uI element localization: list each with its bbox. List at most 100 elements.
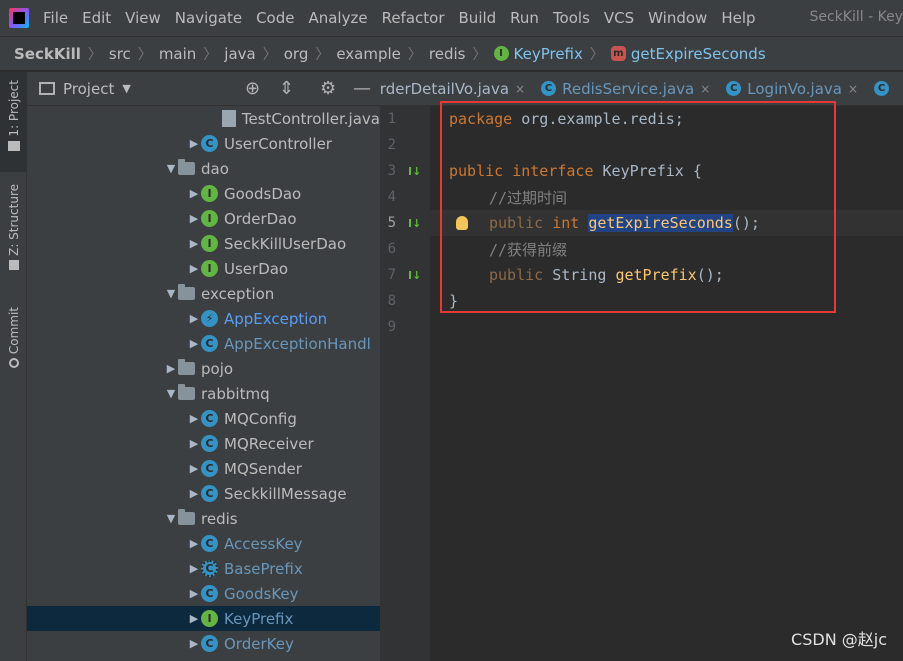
tree-item-label: MQSender [224,459,302,478]
expanded-arrow-icon[interactable]: ▼ [164,287,178,300]
hide-icon[interactable]: — [353,78,371,99]
breadcrumb-project[interactable]: SeckKill [14,45,81,63]
tree-item[interactable]: ▶ C MQReceiver [27,431,380,456]
implemented-marker-icon[interactable]: I↓ [408,217,421,230]
breadcrumb-java[interactable]: java [224,45,255,63]
collapsed-arrow-icon[interactable]: ▶ [187,562,201,575]
project-tool-tab[interactable]: 1: Project [0,72,27,172]
tab-redis-service[interactable]: C RedisService.java × [533,80,718,98]
breadcrumb-org[interactable]: org [284,45,309,63]
tree-item[interactable]: ▶ I GoodsDao [27,181,380,206]
menu-help[interactable]: Help [721,9,755,27]
menu-analyze[interactable]: Analyze [308,9,367,27]
tree-item[interactable]: ▶ C BasePrefix [27,556,380,581]
tree-item-label: MQConfig [224,409,297,428]
breadcrumb-example[interactable]: example [336,45,401,63]
tree-item[interactable]: ▼ dao [27,156,380,181]
tree-item[interactable]: ▶ C MQSender [27,456,380,481]
collapsed-arrow-icon[interactable]: ▶ [187,187,201,200]
collapsed-arrow-icon[interactable]: ▶ [187,262,201,275]
expanded-arrow-icon[interactable]: ▼ [164,387,178,400]
tree-item[interactable]: ▼ exception [27,281,380,306]
collapsed-arrow-icon[interactable]: ▶ [164,362,178,375]
tree-item[interactable]: ▼ rabbitmq [27,381,380,406]
tree-item[interactable]: ▶ I UserDao [27,256,380,281]
tree-item-label: GoodsDao [224,184,302,203]
expanded-arrow-icon[interactable]: ▼ [164,162,178,175]
collapsed-arrow-icon[interactable]: ▶ [187,587,201,600]
menu-edit[interactable]: Edit [82,9,111,27]
keyword: int [552,214,580,232]
method-name: getPrefix [615,266,697,284]
tree-item[interactable]: ▶ ⚡ AppException [27,306,380,331]
collapsed-arrow-icon[interactable]: ▶ [187,637,201,650]
expanded-arrow-icon[interactable]: ▼ [164,512,178,525]
collapse-all-icon[interactable]: ⇕ [279,78,294,99]
tab-login-vo[interactable]: C LoginVo.java × [718,80,866,98]
menu-window[interactable]: Window [648,9,707,27]
breadcrumb-method[interactable]: getExpireSeconds [631,45,766,63]
menu-code[interactable]: Code [256,9,294,27]
tree-item[interactable]: ▶ I KeyPrefix [27,606,380,631]
implemented-marker-icon[interactable]: I↓ [408,165,421,178]
collapsed-arrow-icon[interactable]: ▶ [187,237,201,250]
breadcrumb-separator-icon: 〉 [87,46,102,63]
class-icon: C [201,335,218,352]
tree-item[interactable]: ▶ pojo [27,356,380,381]
tree-item[interactable]: ▶ C MQConfig [27,406,380,431]
menu-build[interactable]: Build [459,9,497,27]
collapsed-arrow-icon[interactable]: ▶ [187,537,201,550]
folder-icon [178,509,195,525]
commit-tool-tab[interactable]: Commit [0,307,27,387]
tree-item[interactable]: TestController.java [27,106,380,131]
code-editor[interactable]: package org.example.redis; public interf… [430,106,903,661]
locate-icon[interactable]: ⊕ [245,78,260,99]
breadcrumb-main[interactable]: main [159,45,196,63]
collapsed-arrow-icon[interactable]: ▶ [187,487,201,500]
menu-run[interactable]: Run [510,9,539,27]
tree-item[interactable]: ▶ C AccessKey [27,531,380,556]
collapsed-arrow-icon[interactable]: ▶ [187,612,201,625]
chevron-down-icon[interactable]: ▼ [122,82,130,95]
menu-vcs[interactable]: VCS [604,9,634,27]
tree-item[interactable]: ▶ C GoodsKey [27,581,380,606]
tree-item[interactable]: ▶ I SeckKillUserDao [27,231,380,256]
breadcrumb-src[interactable]: src [109,45,131,63]
interface-icon: I [201,185,218,202]
close-icon[interactable]: × [848,82,858,96]
collapsed-arrow-icon[interactable]: ▶ [187,462,201,475]
collapsed-arrow-icon[interactable]: ▶ [187,412,201,425]
breadcrumb-keyprefix[interactable]: KeyPrefix [514,45,583,63]
collapsed-arrow-icon[interactable]: ▶ [187,312,201,325]
collapsed-arrow-icon[interactable]: ▶ [187,212,201,225]
class-icon: C [201,585,218,602]
implemented-marker-icon[interactable]: I↓ [408,269,421,282]
menu-file[interactable]: File [43,9,68,27]
gear-icon[interactable]: ⚙ [320,78,336,99]
line-number: 4 [387,189,396,205]
tree-item[interactable]: ▶ I OrderDao [27,206,380,231]
menu-refactor[interactable]: Refactor [382,9,445,27]
tree-item-label: redis [201,509,238,528]
lightbulb-icon[interactable] [456,216,468,230]
tree-item[interactable]: ▶ C UserController [27,131,380,156]
tree-item[interactable]: ▶ C AppExceptionHandl [27,331,380,356]
menu-view[interactable]: View [125,9,161,27]
menu-tools[interactable]: Tools [553,9,590,27]
tab-order-detail-vo[interactable]: OrderDetailVo.java × [380,80,533,98]
breadcrumb-redis[interactable]: redis [429,45,466,63]
collapsed-arrow-icon[interactable]: ▶ [187,337,201,350]
project-panel-title[interactable]: Project [63,80,114,98]
close-icon[interactable]: × [700,82,710,96]
close-icon[interactable]: × [515,82,525,96]
tree-item[interactable]: ▼ redis [27,506,380,531]
menu-navigate[interactable]: Navigate [175,9,242,27]
tree-item[interactable]: ▶ C OrderKey [27,631,380,656]
structure-tool-tab[interactable]: Z: Structure [0,184,27,284]
tree-item[interactable]: ▶ C SeckkillMessage [27,481,380,506]
collapsed-arrow-icon[interactable]: ▶ [187,137,201,150]
keyword: public [449,162,504,180]
collapsed-arrow-icon[interactable]: ▶ [187,437,201,450]
tab-overflow[interactable]: C [866,81,903,96]
tree-item-label: SeckKillUserDao [224,234,347,253]
